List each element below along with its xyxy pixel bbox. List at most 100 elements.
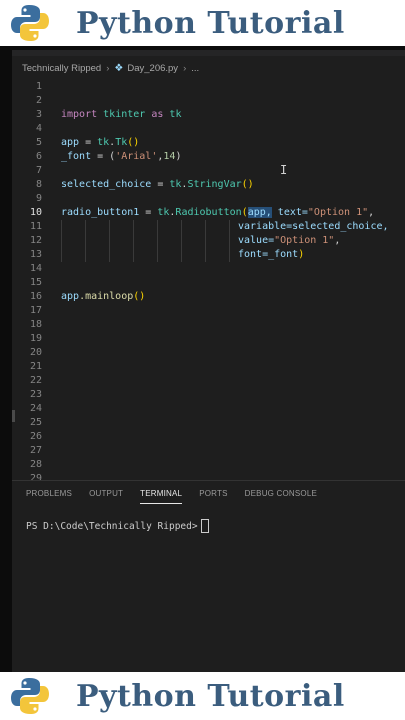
- line-number: 23: [29, 389, 42, 400]
- code-line-13[interactable]: font=_font): [12, 248, 405, 262]
- line-number-row: 19: [12, 332, 405, 346]
- selected-text: app,: [247, 207, 272, 218]
- tab-debug-console[interactable]: DEBUG CONSOLE: [245, 489, 317, 498]
- indent-guide: [205, 220, 206, 262]
- code-line-12[interactable]: value="Option 1",: [12, 234, 405, 248]
- string: 'Arial': [115, 151, 158, 162]
- code-area[interactable]: 1 2 3 4 5 6 7 8 9 10 11 12 13 14 15 16 17 18 19 20 21 22 23 24 2…: [12, 80, 405, 510]
- chevron-right-icon: ›: [183, 62, 187, 74]
- module: tk: [97, 137, 110, 148]
- module: tkinter: [103, 109, 146, 120]
- code-line-6[interactable]: _font = ('Arial',14): [12, 150, 405, 164]
- banner-title: Python Tutorial: [76, 678, 345, 714]
- line-number-row: 23: [12, 388, 405, 402]
- bottom-panel: PROBLEMS OUTPUT TERMINAL PORTS DEBUG CON…: [12, 480, 405, 673]
- class-name: Radiobutton: [175, 207, 242, 218]
- string: "Option 1": [307, 207, 369, 218]
- alias: tk: [169, 109, 182, 120]
- module: tk: [157, 207, 170, 218]
- tab-terminal[interactable]: TERMINAL: [140, 489, 183, 504]
- keyword: as: [151, 109, 164, 120]
- identifier: app: [61, 137, 80, 148]
- python-logo-icon: [11, 5, 49, 41]
- line-number: 21: [29, 361, 42, 372]
- line-number: 26: [29, 431, 42, 442]
- terminal[interactable]: PS D:\Code\Technically Ripped>: [12, 519, 405, 533]
- banner-title: Python Tutorial: [76, 5, 345, 41]
- code-line-10[interactable]: radio_button1 = tk.Radiobutton(app, text…: [12, 206, 405, 220]
- breadcrumb: Technically Ripped › ❖ Day_206.py › ...: [12, 56, 405, 80]
- keyword-arg: value=: [238, 235, 275, 246]
- bottom-banner: Python Tutorial: [0, 672, 405, 720]
- breadcrumb-folder[interactable]: Technically Ripped: [22, 63, 101, 74]
- line-number-row: 18: [12, 318, 405, 332]
- line-number: 25: [29, 417, 42, 428]
- keyword-arg: text=: [271, 207, 308, 218]
- class-name: StringVar: [187, 179, 242, 190]
- python-logo-icon: [11, 678, 49, 714]
- method: .mainloop: [79, 291, 134, 302]
- indent-guide: [61, 220, 62, 262]
- tab-output[interactable]: OUTPUT: [89, 489, 123, 498]
- line-number: 2: [35, 95, 42, 106]
- code-line-3[interactable]: import tkinter as tk: [12, 108, 405, 122]
- operator: =: [79, 137, 98, 148]
- bracket: (): [133, 291, 146, 302]
- line-number: 22: [29, 375, 42, 386]
- indent-guide: [133, 220, 134, 262]
- indent-guide: [229, 220, 230, 262]
- line-number: 28: [29, 459, 42, 470]
- indent-guide: [181, 220, 182, 262]
- line-number-row: 14: [12, 262, 405, 276]
- line-number-row: 7: [12, 164, 405, 178]
- line-number-row: 22: [12, 374, 405, 388]
- mouse-ibeam-icon: I: [280, 163, 288, 177]
- terminal-cursor: [200, 519, 209, 533]
- breadcrumb-ellipsis[interactable]: ...: [191, 63, 199, 74]
- top-banner: Python Tutorial: [0, 0, 405, 46]
- code-line-8[interactable]: selected_choice = tk.StringVar(): [12, 178, 405, 192]
- line-number-row: 27: [12, 444, 405, 458]
- identifier: radio_button1: [61, 207, 140, 218]
- line-number-row: 21: [12, 360, 405, 374]
- code-line-16[interactable]: app.mainloop(): [12, 290, 405, 304]
- operator: =: [151, 179, 170, 190]
- indent-guide: [109, 220, 110, 262]
- line-number: 27: [29, 445, 42, 456]
- punct: ): [175, 151, 182, 162]
- class-name: Tk: [115, 137, 128, 148]
- line-number: 24: [29, 403, 42, 414]
- keyword-arg: font=_font: [238, 249, 299, 260]
- line-number-row: 15: [12, 276, 405, 290]
- string: "Option 1": [274, 235, 335, 246]
- terminal-prompt: PS D:\Code\Technically Ripped>: [26, 520, 198, 532]
- tab-problems[interactable]: PROBLEMS: [26, 489, 72, 498]
- bracket: (): [241, 179, 254, 190]
- python-file-icon: ❖: [114, 62, 124, 74]
- line-number-row: 26: [12, 430, 405, 444]
- breadcrumb-file[interactable]: Day_206.py: [127, 63, 178, 74]
- code-line-5[interactable]: app = tk.Tk(): [12, 136, 405, 150]
- identifier: _font: [61, 151, 92, 162]
- identifier: selected_choice: [61, 179, 152, 190]
- chevron-right-icon: ›: [106, 62, 110, 74]
- module: tk: [169, 179, 182, 190]
- indent-guide: [85, 220, 86, 262]
- line-number: 20: [29, 347, 42, 358]
- line-number: 19: [29, 333, 42, 344]
- tab-ports[interactable]: PORTS: [199, 489, 227, 498]
- code-editor[interactable]: Technically Ripped › ❖ Day_206.py › ... …: [12, 50, 405, 673]
- line-number-row: 4: [12, 122, 405, 136]
- line-number-row: 17: [12, 304, 405, 318]
- bracket: (: [241, 207, 248, 218]
- number: 14: [163, 151, 176, 162]
- bracket: (): [127, 137, 140, 148]
- line-number-row: 2: [12, 94, 405, 108]
- panel-tabs: PROBLEMS OUTPUT TERMINAL PORTS DEBUG CON…: [12, 481, 405, 505]
- keyword: import: [61, 109, 98, 120]
- operator: = (: [91, 151, 116, 162]
- line-number-row: 9: [12, 192, 405, 206]
- code-line-11[interactable]: variable=selected_choice,: [12, 220, 405, 234]
- bracket: ): [298, 249, 305, 260]
- line-number-row: 25: [12, 416, 405, 430]
